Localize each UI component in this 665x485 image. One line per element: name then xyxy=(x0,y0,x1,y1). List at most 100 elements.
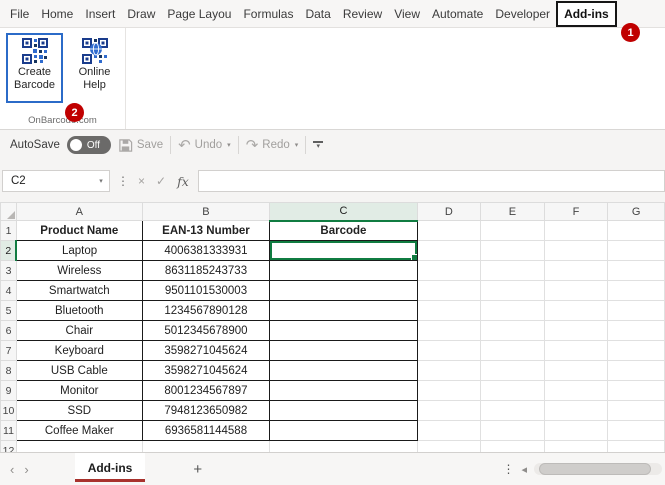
cell-A11[interactable]: Coffee Maker xyxy=(16,421,142,441)
cell-G11[interactable] xyxy=(608,421,665,441)
cell-E11[interactable] xyxy=(481,421,545,441)
cell-C1[interactable]: Barcode xyxy=(270,221,417,241)
cell-A10[interactable]: SSD xyxy=(16,401,142,421)
cell-F3[interactable] xyxy=(544,261,608,281)
cell-E9[interactable] xyxy=(481,381,545,401)
col-header-A[interactable]: A xyxy=(16,203,142,221)
cell-E2[interactable] xyxy=(481,241,545,261)
cell-B2[interactable]: 4006381333931 xyxy=(142,241,270,261)
cell-C8[interactable] xyxy=(270,361,417,381)
cell-E7[interactable] xyxy=(481,341,545,361)
cell-D4[interactable] xyxy=(417,281,481,301)
row-header-1[interactable]: 1 xyxy=(1,221,17,241)
cell-F9[interactable] xyxy=(544,381,608,401)
cell-A2[interactable]: Laptop xyxy=(16,241,142,261)
cell-G8[interactable] xyxy=(608,361,665,381)
cell-A3[interactable]: Wireless xyxy=(16,261,142,281)
cell-G3[interactable] xyxy=(608,261,665,281)
cell-E6[interactable] xyxy=(481,321,545,341)
ribbon-tab-draw[interactable]: Draw xyxy=(121,0,161,28)
cell-G6[interactable] xyxy=(608,321,665,341)
row-header-12[interactable]: 12 xyxy=(1,441,17,453)
ribbon-tab-view[interactable]: View xyxy=(388,0,426,28)
cell-D1[interactable] xyxy=(417,221,481,241)
cell-C4[interactable] xyxy=(270,281,417,301)
ribbon-tab-add-ins[interactable]: Add-ins xyxy=(556,1,617,27)
insert-function-button[interactable]: fx xyxy=(175,174,191,189)
prev-sheet-button[interactable]: ‹ xyxy=(10,462,14,477)
next-sheet-button[interactable]: › xyxy=(24,462,28,477)
cell-B11[interactable]: 6936581144588 xyxy=(142,421,270,441)
cell-E5[interactable] xyxy=(481,301,545,321)
ribbon-tab-insert[interactable]: Insert xyxy=(79,0,121,28)
cell-C12[interactable] xyxy=(270,441,417,453)
sheet-tab-add-ins[interactable]: Add-ins xyxy=(75,453,146,482)
cell-C2[interactable] xyxy=(270,241,417,261)
cell-G1[interactable] xyxy=(608,221,665,241)
cell-C11[interactable] xyxy=(270,421,417,441)
cell-D8[interactable] xyxy=(417,361,481,381)
col-header-F[interactable]: F xyxy=(544,203,608,221)
ribbon-tab-review[interactable]: Review xyxy=(337,0,388,28)
cell-D2[interactable] xyxy=(417,241,481,261)
cell-C5[interactable] xyxy=(270,301,417,321)
cell-F5[interactable] xyxy=(544,301,608,321)
formula-input[interactable] xyxy=(198,170,665,192)
cell-A6[interactable]: Chair xyxy=(16,321,142,341)
cell-C6[interactable] xyxy=(270,321,417,341)
cell-D9[interactable] xyxy=(417,381,481,401)
cell-G5[interactable] xyxy=(608,301,665,321)
cell-A5[interactable]: Bluetooth xyxy=(16,301,142,321)
cell-G10[interactable] xyxy=(608,401,665,421)
scroll-left-button[interactable]: ◂ xyxy=(521,463,527,476)
cell-E4[interactable] xyxy=(481,281,545,301)
cell-C10[interactable] xyxy=(270,401,417,421)
cell-F6[interactable] xyxy=(544,321,608,341)
cell-D7[interactable] xyxy=(417,341,481,361)
cell-D10[interactable] xyxy=(417,401,481,421)
create-barcode-button[interactable]: Create Barcode xyxy=(6,33,63,103)
cell-G2[interactable] xyxy=(608,241,665,261)
row-header-8[interactable]: 8 xyxy=(1,361,17,381)
select-all-corner[interactable] xyxy=(1,203,17,221)
col-header-D[interactable]: D xyxy=(417,203,481,221)
cell-F12[interactable] xyxy=(544,441,608,453)
save-button[interactable]: Save xyxy=(118,138,163,153)
cell-F1[interactable] xyxy=(544,221,608,241)
cell-B4[interactable]: 9501101530003 xyxy=(142,281,270,301)
cell-A1[interactable]: Product Name xyxy=(16,221,142,241)
row-header-7[interactable]: 7 xyxy=(1,341,17,361)
cell-B9[interactable]: 8001234567897 xyxy=(142,381,270,401)
row-header-4[interactable]: 4 xyxy=(1,281,17,301)
cell-F7[interactable] xyxy=(544,341,608,361)
cell-B8[interactable]: 3598271045624 xyxy=(142,361,270,381)
row-header-2[interactable]: 2 xyxy=(1,241,17,261)
cell-E10[interactable] xyxy=(481,401,545,421)
cell-F4[interactable] xyxy=(544,281,608,301)
cell-B3[interactable]: 8631185243733 xyxy=(142,261,270,281)
cell-A7[interactable]: Keyboard xyxy=(16,341,142,361)
cell-D12[interactable] xyxy=(417,441,481,453)
cell-D3[interactable] xyxy=(417,261,481,281)
cell-D11[interactable] xyxy=(417,421,481,441)
cell-F11[interactable] xyxy=(544,421,608,441)
enter-button[interactable]: ✓ xyxy=(154,174,168,188)
cell-G7[interactable] xyxy=(608,341,665,361)
redo-button[interactable]: ↷ Redo ▾ xyxy=(246,138,299,153)
cell-F8[interactable] xyxy=(544,361,608,381)
ribbon-tab-automate[interactable]: Automate xyxy=(426,0,489,28)
row-header-9[interactable]: 9 xyxy=(1,381,17,401)
cell-B1[interactable]: EAN-13 Number xyxy=(142,221,270,241)
cell-E1[interactable] xyxy=(481,221,545,241)
col-header-E[interactable]: E xyxy=(481,203,545,221)
cell-F2[interactable] xyxy=(544,241,608,261)
row-header-5[interactable]: 5 xyxy=(1,301,17,321)
cell-A9[interactable]: Monitor xyxy=(16,381,142,401)
new-sheet-button[interactable]: + xyxy=(193,461,202,478)
cell-E12[interactable] xyxy=(481,441,545,453)
ribbon-tab-developer[interactable]: Developer xyxy=(489,0,556,28)
cell-A4[interactable]: Smartwatch xyxy=(16,281,142,301)
cell-D5[interactable] xyxy=(417,301,481,321)
cell-C3[interactable] xyxy=(270,261,417,281)
cell-D6[interactable] xyxy=(417,321,481,341)
